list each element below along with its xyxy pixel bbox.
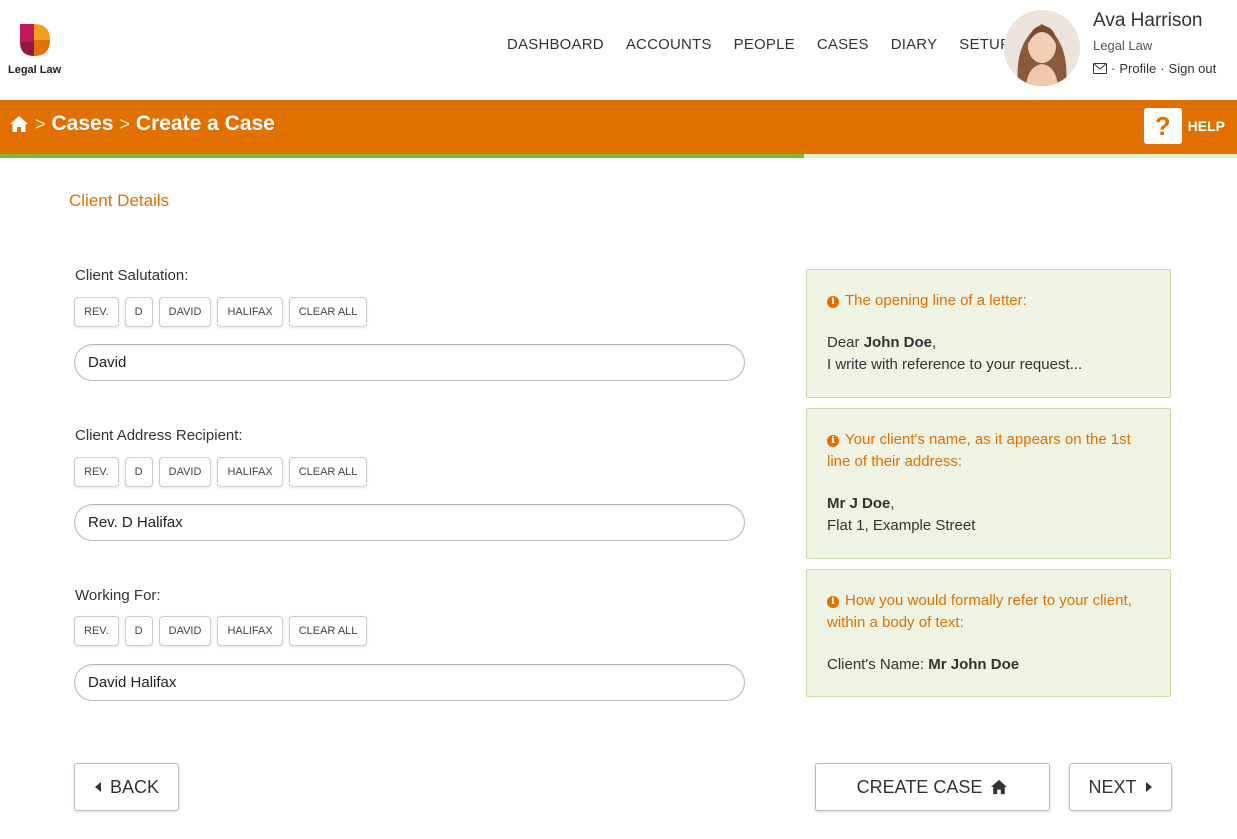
breadcrumb-cases[interactable]: Cases <box>52 112 114 136</box>
address-help-card: i Your client's name, as it appears on th… <box>806 408 1171 559</box>
logo-icon <box>20 24 50 56</box>
main-nav: DASHBOARD ACCOUNTS PEOPLE CASES DIARY SE… <box>496 36 1021 53</box>
chip-initial[interactable]: D <box>124 616 153 646</box>
card-example: Client's Name: Mr John Doe <box>827 656 1020 673</box>
breadcrumb-create-case: Create a Case <box>135 112 275 135</box>
breadcrumb-bar: > Cases > Create a Case ? HELP <box>0 100 1237 154</box>
chip-clear-all[interactable]: CLEAR ALL <box>288 297 368 327</box>
signout-link[interactable]: Sign out <box>1169 61 1217 76</box>
card-title: The opening line of a letter: <box>845 292 1027 309</box>
user-name: Ava Harrison <box>1093 10 1203 31</box>
help-icon: ? <box>1143 108 1182 144</box>
working-for-label: Working For: <box>75 587 161 604</box>
chip-clear-all[interactable]: CLEAR ALL <box>288 457 368 487</box>
progress-bar <box>0 154 1237 158</box>
link-separator: · <box>1111 61 1116 76</box>
working-for-input[interactable] <box>74 664 745 701</box>
working-for-help-card: i How you would formally refer to your cl… <box>806 569 1171 697</box>
chip-surname[interactable]: HALIFAX <box>217 457 283 487</box>
example-name: Mr John Doe <box>928 656 1020 673</box>
nav-diary[interactable]: DIARY <box>880 36 949 53</box>
chip-first-name[interactable]: DAVID <box>158 297 212 327</box>
brand-logo[interactable]: Legal Law <box>8 18 68 80</box>
salutation-help-card: i The opening line of a letter: Dear John… <box>806 269 1171 398</box>
user-photo <box>1004 10 1080 86</box>
address-chip-group: REV. D DAVID HALIFAX CLEAR ALL <box>74 457 368 487</box>
chip-rev[interactable]: REV. <box>74 616 119 646</box>
info-icon: i <box>827 596 839 608</box>
help-label: HELP <box>1187 118 1225 134</box>
caret-left-icon <box>94 782 101 792</box>
example-name: John Doe <box>863 334 933 351</box>
client-address-recipient-label: Client Address Recipient: <box>75 427 243 444</box>
user-org: Legal Law <box>1093 38 1153 53</box>
home-icon <box>991 779 1008 795</box>
home-icon[interactable] <box>9 115 29 133</box>
nav-people[interactable]: PEOPLE <box>723 36 806 53</box>
chip-initial[interactable]: D <box>124 297 153 327</box>
chip-rev[interactable]: REV. <box>74 457 119 487</box>
info-icon: i <box>827 435 839 447</box>
back-button[interactable]: BACK <box>74 763 179 811</box>
client-address-recipient-input[interactable] <box>74 504 745 541</box>
card-example: Dear John Doe, I write with reference to… <box>827 334 1083 373</box>
card-title: Your client's name, as it appears on the… <box>827 431 1131 470</box>
profile-link[interactable]: Profile <box>1119 61 1156 76</box>
chip-first-name[interactable]: DAVID <box>158 616 212 646</box>
chip-surname[interactable]: HALIFAX <box>217 297 283 327</box>
chip-clear-all[interactable]: CLEAR ALL <box>288 616 368 646</box>
user-links: · Profile · Sign out <box>1093 61 1216 76</box>
breadcrumb: > Cases > Create a Case <box>9 112 275 136</box>
top-header: Legal Law DASHBOARD ACCOUNTS PEOPLE CASE… <box>0 0 1237 100</box>
avatar[interactable] <box>1004 10 1080 86</box>
card-example: Mr J Doe, Flat 1, Example Street <box>827 495 976 534</box>
progress-fill <box>0 154 805 158</box>
chip-rev[interactable]: REV. <box>74 297 119 327</box>
nav-accounts[interactable]: ACCOUNTS <box>615 36 723 53</box>
example-name: Mr J Doe <box>827 495 891 512</box>
link-separator: · <box>1160 61 1165 76</box>
client-salutation-label: Client Salutation: <box>75 267 189 284</box>
help-button[interactable]: ? HELP <box>1143 108 1225 144</box>
info-icon: i <box>827 296 839 308</box>
chip-first-name[interactable]: DAVID <box>158 457 212 487</box>
nav-dashboard[interactable]: DASHBOARD <box>496 36 615 53</box>
breadcrumb-separator: > <box>35 113 46 134</box>
section-title: Client Details <box>69 191 170 210</box>
caret-right-icon <box>1145 782 1152 792</box>
chip-initial[interactable]: D <box>124 457 153 487</box>
salutation-chip-group: REV. D DAVID HALIFAX CLEAR ALL <box>74 297 368 327</box>
breadcrumb-separator: > <box>119 113 130 134</box>
nav-cases[interactable]: CASES <box>806 36 880 53</box>
working-for-chip-group: REV. D DAVID HALIFAX CLEAR ALL <box>74 616 368 646</box>
card-title: How you would formally refer to your cli… <box>827 592 1132 631</box>
next-button[interactable]: NEXT <box>1069 763 1172 811</box>
create-case-button[interactable]: CREATE CASE <box>815 763 1050 811</box>
chip-surname[interactable]: HALIFAX <box>217 616 283 646</box>
logo-text: Legal Law <box>8 64 62 76</box>
envelope-icon[interactable] <box>1093 63 1107 74</box>
client-salutation-input[interactable] <box>74 344 745 381</box>
